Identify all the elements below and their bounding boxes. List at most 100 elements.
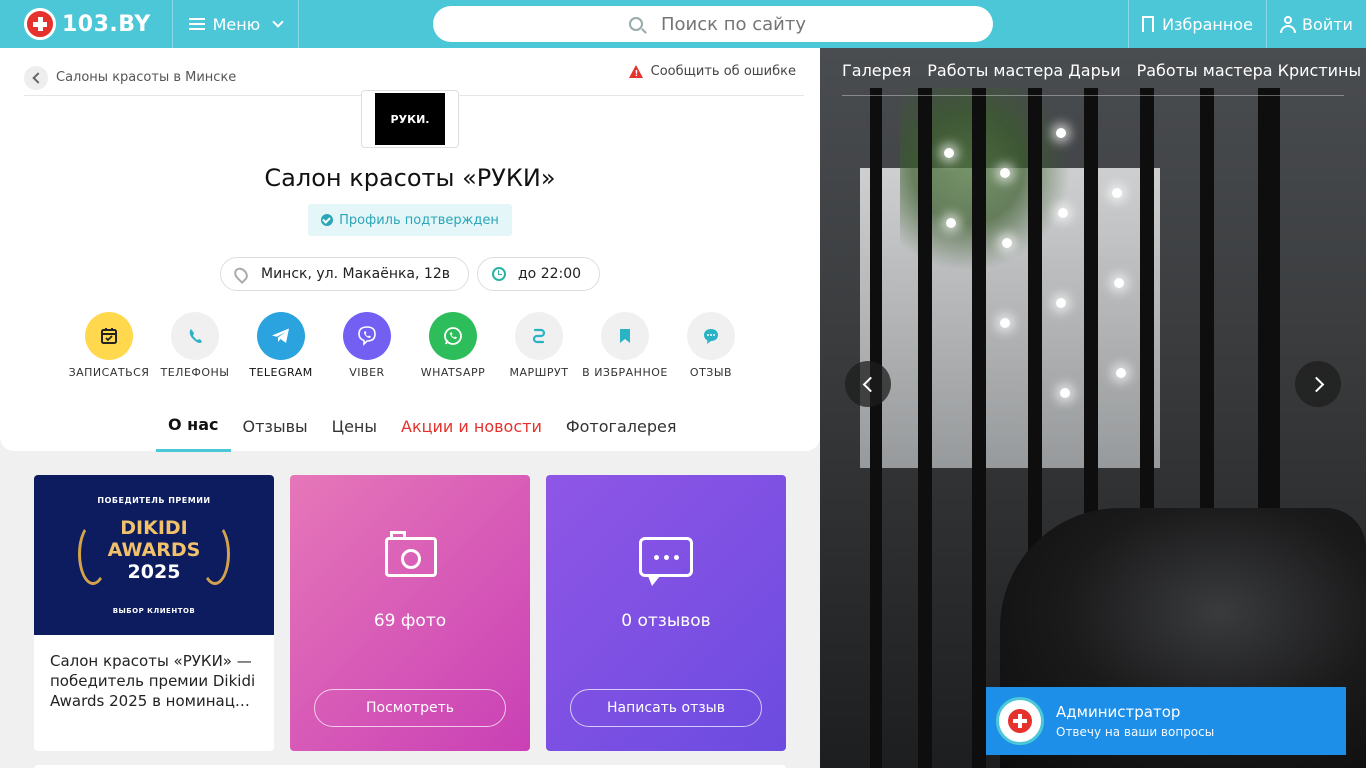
book-button[interactable]: ЗАПИСАТЬСЯ: [66, 312, 152, 379]
check-badge-icon: [321, 214, 334, 226]
login-label: Войти: [1302, 14, 1353, 34]
bookmark-icon: [601, 312, 649, 360]
add-favorite-button[interactable]: В ИЗБРАННОЕ: [582, 312, 668, 379]
telegram-label: TELEGRAM: [249, 366, 313, 379]
tab-photo-gallery[interactable]: Фотогалерея: [554, 400, 689, 452]
profile-tabs: О нас Отзывы Цены Акции и новости Фотога…: [156, 400, 688, 452]
phone-icon: [171, 312, 219, 360]
whatsapp-label: WHATSAPP: [420, 366, 486, 379]
route-label: МАРШРУТ: [509, 366, 569, 379]
chat-subtitle: Отвечу на ваши вопросы: [1056, 725, 1215, 739]
top-header: 103.BY Меню Избранное Войти: [0, 0, 1366, 48]
location-pin-icon: [231, 264, 251, 284]
gallery-tab-all[interactable]: Галерея: [842, 56, 927, 86]
award-card[interactable]: ПОБЕДИТЕЛЬ ПРЕМИИ DIKIDI AWARDS 2025 ВЫБ…: [34, 475, 274, 751]
telegram-icon: [257, 312, 305, 360]
tab-reviews[interactable]: Отзывы: [231, 400, 320, 452]
laurel-left-icon: [78, 523, 108, 585]
chat-avatar: [996, 697, 1044, 745]
hours-text: до 22:00: [518, 266, 582, 282]
view-photos-button[interactable]: Посмотреть: [314, 689, 506, 727]
chat-widget[interactable]: Администратор Отвечу на ваши вопросы: [986, 687, 1346, 755]
logo-text: 103.BY: [62, 11, 151, 37]
calendar-icon: [85, 312, 133, 360]
clock-icon: [492, 267, 506, 281]
laurel-right-icon: [200, 523, 230, 585]
camera-icon: [385, 531, 437, 577]
phones-label: ТЕЛЕФОНЫ: [160, 366, 230, 379]
gallery-next-button[interactable]: [1295, 361, 1341, 407]
chat-text: Администратор Отвечу на ваши вопросы: [1056, 703, 1214, 739]
menu-label: Меню: [212, 14, 261, 34]
reviews-count: 0 отзывов: [621, 611, 711, 631]
whatsapp-icon: [429, 312, 477, 360]
route-button[interactable]: МАРШРУТ: [496, 312, 582, 379]
chat-bubble-icon: [639, 537, 693, 586]
red-cross-icon: [1008, 709, 1032, 733]
photos-count: 69 фото: [373, 611, 447, 631]
back-button[interactable]: [24, 65, 48, 90]
salon-logo-image: РУКИ.: [375, 93, 445, 145]
tab-about[interactable]: О нас: [156, 400, 231, 452]
award-top-text: ПОБЕДИТЕЛЬ ПРЕМИИ: [97, 495, 211, 505]
report-error-label: Сообщить об ошибке: [650, 64, 796, 79]
search-icon: [629, 17, 643, 31]
red-cross-icon: [24, 8, 56, 40]
verified-badge: Профиль подтвержден: [308, 204, 512, 236]
page-title: Салон красоты «РУКИ»: [264, 164, 556, 192]
gallery-tab-kristina[interactable]: Работы мастера Кристины: [1137, 56, 1366, 86]
action-buttons: ЗАПИСАТЬСЯ ТЕЛЕФОНЫ TELEGRAM VIBER WHATS…: [66, 312, 754, 379]
warning-icon: !: [628, 65, 643, 78]
salon-logo: РУКИ.: [361, 90, 459, 148]
viber-button[interactable]: VIBER: [324, 312, 410, 379]
photo-gallery: Галерея Работы мастера Дарьи Работы маст…: [820, 48, 1366, 768]
gallery-tab-darya[interactable]: Работы мастера Дарьи: [927, 56, 1136, 86]
award-line1: DIKIDI: [120, 516, 188, 539]
viber-icon: [343, 312, 391, 360]
favorites-link[interactable]: Избранное: [1128, 0, 1266, 48]
chat-name: Администратор: [1056, 703, 1181, 721]
reviews-card: 0 отзывов Написать отзыв: [546, 475, 786, 751]
search-input[interactable]: [661, 13, 961, 35]
login-link[interactable]: Войти: [1266, 0, 1366, 48]
viber-label: VIBER: [349, 366, 385, 379]
award-text-line2: победитель премии Dikidi: [50, 672, 256, 690]
review-icon: [687, 312, 735, 360]
book-label: ЗАПИСАТЬСЯ: [68, 366, 150, 379]
profile-card: Салоны красоты в Минске ! Сообщить об ош…: [0, 48, 820, 452]
award-line3: 2025: [127, 560, 181, 583]
telegram-button[interactable]: TELEGRAM: [238, 312, 324, 379]
tab-promotions[interactable]: Акции и новости: [389, 400, 554, 452]
address-text: Минск, ул. Макаёнка, 12в: [261, 266, 450, 282]
award-banner: ПОБЕДИТЕЛЬ ПРЕМИИ DIKIDI AWARDS 2025 ВЫБ…: [34, 475, 274, 635]
search-bar[interactable]: [433, 6, 993, 42]
favorites-label: Избранное: [1162, 14, 1253, 34]
address-pill[interactable]: Минск, ул. Макаёнка, 12в: [220, 257, 469, 291]
tab-prices[interactable]: Цены: [320, 400, 389, 452]
award-text-line3: Awards 2025 в номинац…: [50, 692, 250, 710]
review-label: ОТЗЫВ: [689, 366, 733, 379]
hours-pill[interactable]: до 22:00: [477, 257, 600, 291]
hamburger-icon: [189, 18, 205, 30]
report-error-link[interactable]: ! Сообщить об ошибке: [628, 64, 796, 79]
route-icon: [515, 312, 563, 360]
bookmark-icon: [1142, 16, 1155, 33]
breadcrumb-link[interactable]: Салоны красоты в Минске: [56, 70, 236, 85]
award-description: Салон красоты «РУКИ» — победитель премии…: [34, 635, 274, 727]
photos-card: 69 фото Посмотреть: [290, 475, 530, 751]
write-review-button[interactable]: Написать отзыв: [570, 689, 762, 727]
site-logo[interactable]: 103.BY: [0, 0, 173, 48]
add-favorite-label: В ИЗБРАННОЕ: [582, 366, 668, 379]
chevron-down-icon: [272, 16, 284, 28]
award-text-line1: Салон красоты «РУКИ» —: [50, 652, 252, 670]
verified-label: Профиль подтвержден: [339, 212, 499, 228]
phones-button[interactable]: ТЕЛЕФОНЫ: [152, 312, 238, 379]
award-bottom-text: ВЫБОР КЛИЕНТОВ: [112, 606, 196, 615]
gallery-tabs: Галерея Работы мастера Дарьи Работы маст…: [842, 56, 1361, 96]
review-button[interactable]: ОТЗЫВ: [668, 312, 754, 379]
menu-button[interactable]: Меню: [173, 0, 299, 48]
award-line2: AWARDS: [107, 538, 201, 561]
gallery-prev-button[interactable]: [845, 361, 891, 407]
user-icon: [1280, 15, 1297, 33]
whatsapp-button[interactable]: WHATSAPP: [410, 312, 496, 379]
